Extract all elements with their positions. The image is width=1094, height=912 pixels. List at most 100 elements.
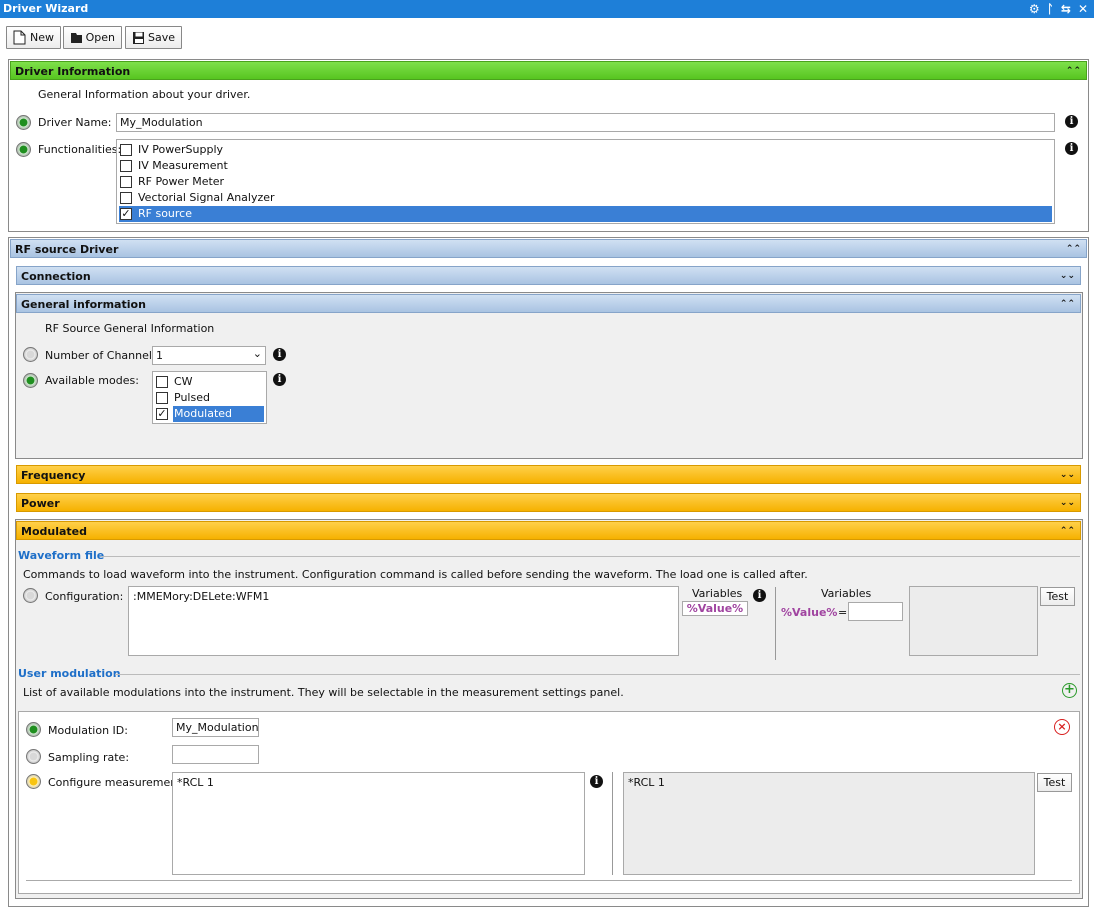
power-header[interactable]: Power ⌄⌄ xyxy=(16,493,1081,512)
list-item[interactable]: IV PowerSupply xyxy=(119,142,1052,158)
list-item-selected[interactable]: ✓ Modulated xyxy=(155,406,264,422)
chevron-down-icon[interactable]: ⌄ xyxy=(253,347,262,360)
collapse-icon[interactable]: ⌃⌃ xyxy=(1066,240,1081,259)
save-button[interactable]: Save xyxy=(125,26,182,49)
power-title: Power xyxy=(21,497,60,510)
sampling-rate-label: Sampling rate: xyxy=(48,751,130,764)
checkbox[interactable] xyxy=(120,144,132,156)
list-item[interactable]: Pulsed xyxy=(155,390,264,406)
status-led-driver-name xyxy=(16,115,31,130)
channels-select[interactable]: 1 ⌄ xyxy=(152,346,266,365)
status-led-channels xyxy=(23,347,38,362)
status-led-mod-id xyxy=(26,722,41,737)
driver-information-header[interactable]: Driver Information ⌃⌃ xyxy=(10,61,1087,80)
folder-open-icon xyxy=(71,33,82,43)
collapse-icon[interactable]: ⌃⌃ xyxy=(1066,62,1081,81)
new-label: New xyxy=(30,31,54,44)
general-info-description: RF Source General Information xyxy=(45,322,215,335)
list-item-label: IV Measurement xyxy=(138,159,228,172)
expand-icon[interactable]: ⌄⌄ xyxy=(1060,267,1075,286)
channels-label: Number of Channels: xyxy=(45,349,162,362)
new-file-icon xyxy=(13,30,26,45)
swap-icon[interactable]: ⇆ xyxy=(1061,0,1071,18)
list-item[interactable]: CW xyxy=(155,374,264,390)
modulated-header[interactable]: Modulated ⌃⌃ xyxy=(16,521,1081,540)
general-information-title: General information xyxy=(21,298,146,311)
section-divider xyxy=(115,674,1080,675)
list-item-label: Modulated xyxy=(173,406,264,422)
info-icon[interactable]: i xyxy=(273,348,286,361)
configuration-label: Configuration: xyxy=(45,590,124,603)
configure-measurement-label: Configure measurement: xyxy=(48,776,186,789)
info-icon[interactable]: i xyxy=(1065,115,1078,128)
modulation-id-input[interactable]: My_Modulation xyxy=(172,718,259,737)
list-item-label: RF Power Meter xyxy=(138,175,225,188)
info-icon[interactable]: i xyxy=(590,775,603,788)
test-button-2[interactable]: Test xyxy=(1037,773,1072,792)
status-led-functionalities xyxy=(16,142,31,157)
expand-icon[interactable]: ⌄⌄ xyxy=(1060,466,1075,485)
info-icon[interactable]: i xyxy=(273,373,286,386)
frequency-header[interactable]: Frequency ⌄⌄ xyxy=(16,465,1081,484)
add-icon[interactable]: + xyxy=(1062,683,1077,698)
configuration-textarea[interactable]: :MMEMory:DELete:WFM1 xyxy=(128,586,679,656)
window-title-bar: Driver Wizard ⚙ ᛚ ⇆ ✕ xyxy=(0,0,1094,18)
connection-title: Connection xyxy=(21,270,91,283)
checkbox-checked[interactable]: ✓ xyxy=(156,408,168,420)
test-button[interactable]: Test xyxy=(1040,587,1075,606)
checkbox[interactable] xyxy=(156,392,168,404)
checkbox[interactable] xyxy=(120,176,132,188)
remove-icon[interactable]: × xyxy=(1054,719,1070,735)
collapse-icon[interactable]: ⌃⌃ xyxy=(1060,522,1075,541)
checkbox[interactable] xyxy=(120,192,132,204)
info-icon[interactable]: i xyxy=(753,589,766,602)
pin-icon[interactable]: ᛚ xyxy=(1047,0,1054,18)
sampling-rate-input[interactable] xyxy=(172,745,259,764)
functionalities-label: Functionalities: xyxy=(38,143,122,156)
functionalities-list: IV PowerSupply IV Measurement RF Power M… xyxy=(116,139,1055,224)
variable-value-input[interactable] xyxy=(848,602,903,621)
connection-header[interactable]: Connection ⌄⌄ xyxy=(16,266,1081,285)
checkbox-checked[interactable]: ✓ xyxy=(120,208,132,220)
list-item-label: IV PowerSupply xyxy=(138,143,224,156)
configure-measurement-textarea[interactable]: *RCL 1 xyxy=(172,772,585,875)
new-button[interactable]: New xyxy=(6,26,61,49)
equals-sign: = xyxy=(838,606,848,619)
entry-bottom-divider xyxy=(26,880,1072,881)
floppy-save-icon xyxy=(133,31,144,44)
list-item-label: Pulsed xyxy=(174,391,210,404)
info-icon[interactable]: i xyxy=(1065,142,1078,155)
status-led-configuration xyxy=(23,588,38,603)
waveform-description: Commands to load waveform into the instr… xyxy=(23,568,808,581)
checkbox[interactable] xyxy=(120,160,132,172)
checkbox[interactable] xyxy=(156,376,168,388)
user-modulation-title: User modulation xyxy=(18,667,121,680)
rf-source-driver-header[interactable]: RF source Driver ⌃⌃ xyxy=(10,239,1087,258)
window-title: Driver Wizard xyxy=(3,2,89,15)
modes-list: CW Pulsed ✓ Modulated xyxy=(152,371,267,424)
test-output xyxy=(909,586,1038,656)
variable-token[interactable]: %Value% xyxy=(682,601,748,616)
driver-name-label: Driver Name: xyxy=(38,116,112,129)
list-item-label: RF source xyxy=(138,207,192,220)
variables-label-2: Variables xyxy=(821,587,872,600)
list-item-label: CW xyxy=(174,375,193,388)
list-item[interactable]: Vectorial Signal Analyzer xyxy=(119,190,1052,206)
driver-name-input[interactable]: My_Modulation xyxy=(116,113,1055,132)
vertical-divider xyxy=(775,587,776,660)
driver-info-description: General Information about your driver. xyxy=(38,88,251,101)
general-information-header[interactable]: General information ⌃⌃ xyxy=(16,294,1081,313)
list-item-selected[interactable]: ✓ RF source xyxy=(119,206,1052,222)
collapse-icon[interactable]: ⌃⌃ xyxy=(1060,295,1075,314)
open-button[interactable]: Open xyxy=(63,26,122,49)
close-icon[interactable]: ✕ xyxy=(1078,0,1088,18)
list-item[interactable]: RF Power Meter xyxy=(119,174,1052,190)
variable-token-2: %Value% xyxy=(781,606,838,619)
modes-label: Available modes: xyxy=(45,374,139,387)
variables-label: Variables xyxy=(692,587,743,600)
status-led-modes xyxy=(23,373,38,388)
expand-icon[interactable]: ⌄⌄ xyxy=(1060,494,1075,513)
settings-icon[interactable]: ⚙ xyxy=(1029,0,1040,18)
list-item[interactable]: IV Measurement xyxy=(119,158,1052,174)
status-led-sampling xyxy=(26,749,41,764)
